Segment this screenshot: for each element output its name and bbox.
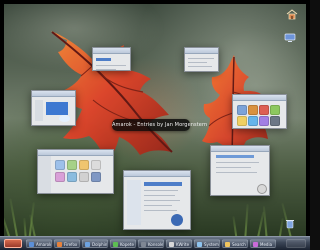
window-thumbnail-bottom-right[interactable] (210, 145, 270, 196)
window-line (96, 69, 116, 70)
file-icon (55, 160, 65, 170)
sidebar-panel (35, 100, 43, 121)
list-line (144, 190, 178, 191)
disc-icon (171, 214, 183, 226)
list-line (144, 205, 172, 206)
window-thumbnail-top-left[interactable] (92, 47, 131, 71)
taskbar-item[interactable]: Amarok (26, 239, 52, 248)
system-clock[interactable] (286, 239, 306, 248)
music-icon (29, 242, 34, 247)
window-body (233, 101, 286, 128)
list-line (144, 210, 177, 211)
app-icon (248, 116, 258, 126)
window-line (188, 58, 214, 59)
window-body (124, 177, 190, 229)
window-thumbnail-left[interactable] (31, 90, 76, 126)
house-icon[interactable] (286, 8, 298, 20)
media-icon (253, 242, 258, 247)
document-icon (169, 242, 174, 247)
window-line (216, 167, 251, 168)
window-highlight (216, 155, 254, 158)
sidebar-panel (38, 156, 51, 193)
chat-icon (113, 242, 118, 247)
taskbar-item-label: Media (260, 242, 273, 247)
terminal-icon (141, 242, 146, 247)
window-highlight (46, 102, 68, 115)
taskbar-item[interactable]: Media (250, 239, 276, 248)
folder-icon (85, 242, 90, 247)
taskbar-item-label: Amarok (36, 242, 52, 247)
file-icon (67, 172, 77, 182)
app-icon (259, 116, 269, 126)
list-line (144, 200, 180, 201)
window-line (216, 162, 259, 163)
app-icon (248, 105, 258, 115)
taskbar-item-label: Search (232, 242, 246, 247)
taskbar-item-label: KWrite (176, 242, 190, 247)
taskbar-item[interactable]: Dolphin (82, 239, 108, 248)
window-caption: Amarok - Entries by Jan Morgenstern (112, 119, 207, 131)
gear-icon (197, 242, 202, 247)
file-icon (67, 160, 77, 170)
taskbar-item[interactable]: Kopete (110, 239, 136, 248)
window-thumbnail-bottom-left[interactable] (37, 149, 114, 194)
window-body (211, 152, 269, 195)
window-thumbnail-bottom-center[interactable] (123, 170, 191, 230)
window-line (96, 65, 126, 66)
start-button[interactable] (4, 239, 22, 248)
taskbar-item-label: Konsole (148, 242, 164, 247)
trash-icon[interactable] (284, 218, 296, 230)
taskbar: Amarok Firefox Dolphin Kopete Konsole KW… (0, 236, 310, 250)
taskbar-item-label: Dolphin (92, 242, 108, 247)
list-line (144, 195, 175, 196)
file-icon (79, 160, 89, 170)
sidebar-panel (127, 180, 141, 225)
app-icon (270, 105, 280, 115)
status-icon (257, 184, 267, 194)
app-icon (270, 116, 280, 126)
app-icon (259, 105, 269, 115)
file-icon (91, 160, 101, 170)
window-highlight (96, 58, 111, 61)
network-icon[interactable] (284, 32, 296, 44)
window-line (188, 62, 207, 63)
desktop-screen: Amarok - Entries by Jan Morgenstern Amar… (0, 0, 310, 250)
file-icon (91, 172, 101, 182)
app-icon (237, 105, 247, 115)
window-line (188, 66, 212, 67)
selected-row (144, 182, 182, 186)
taskbar-item-label: Kopete (120, 242, 134, 247)
window-body (38, 156, 113, 193)
window-thumbnail-right[interactable] (232, 94, 287, 129)
window-graphic (59, 115, 70, 122)
window-line (216, 172, 257, 173)
window-thumbnail-top-center[interactable] (184, 47, 219, 72)
search-icon (225, 242, 230, 247)
window-body (93, 54, 130, 70)
browser-icon (57, 242, 62, 247)
taskbar-item[interactable]: Search (222, 239, 248, 248)
taskbar-item-label: Firefox (64, 242, 78, 247)
taskbar-item[interactable]: System (194, 239, 220, 248)
taskbar-item[interactable]: Firefox (54, 239, 80, 248)
taskbar-item[interactable]: Konsole (138, 239, 164, 248)
window-body (32, 97, 75, 125)
file-icon (55, 172, 65, 182)
window-body (185, 54, 218, 71)
app-icon (237, 116, 247, 126)
taskbar-item[interactable]: KWrite (166, 239, 192, 248)
taskbar-item-label: System (204, 242, 219, 247)
file-icon (79, 172, 89, 182)
